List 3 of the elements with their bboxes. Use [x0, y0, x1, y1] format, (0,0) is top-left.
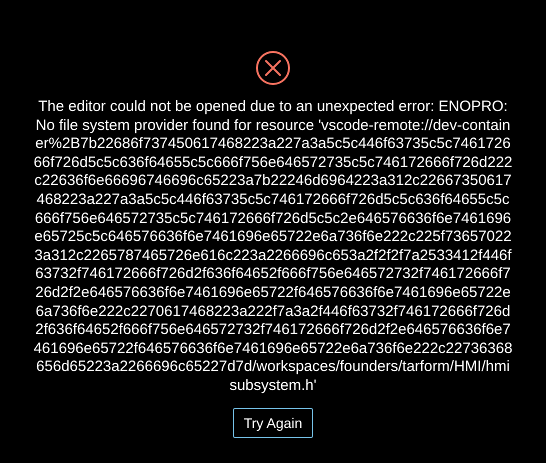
- try-again-button[interactable]: Try Again: [232, 408, 314, 438]
- error-message: The editor could not be opened due to an unexpected error: ENOPRO: No file system provider found for resource 'vscode-remote://dev-container%2B7b22686f737450617468223a227a3a5c5c446f63735c5c746172666f726d5c5c636f64655c5c666f756e646572735c5c746172666f726d222c22636f6e66696746696c65223a7b22246d6964223a312c22667350617468223a227a3a5c5c446f63735c5c746172666f726d5c5c636f64655c5c666f756e646572735c5c746172666f726d5c5c2e646576636f6e7461696e65725c5c646576636f6e7461696e65722e6a736f6e222c225f736570223a312c2265787465726e616c223a2266696c653a2f2f2f7a2533412f446f63732f746172666f726d2f636f64652f666f756e646572732f746172666f726d2f2e646576636f6e7461696e65722f646576636f6e7461696e65722e6a736f6e222c2270617468223a222f7a3a2f446f63732f746172666f726d2f636f64652f666f756e646572732f746172666f726d2f2e646576636f6e7461696e65722f646576636f6e7461696e65722e6a736f6e222c22736368656d65223a2266696c65227d7d/workspaces/founders/tarform/HMI/hmisubsystem.h': [33, 98, 513, 396]
- error-icon: [255, 50, 291, 86]
